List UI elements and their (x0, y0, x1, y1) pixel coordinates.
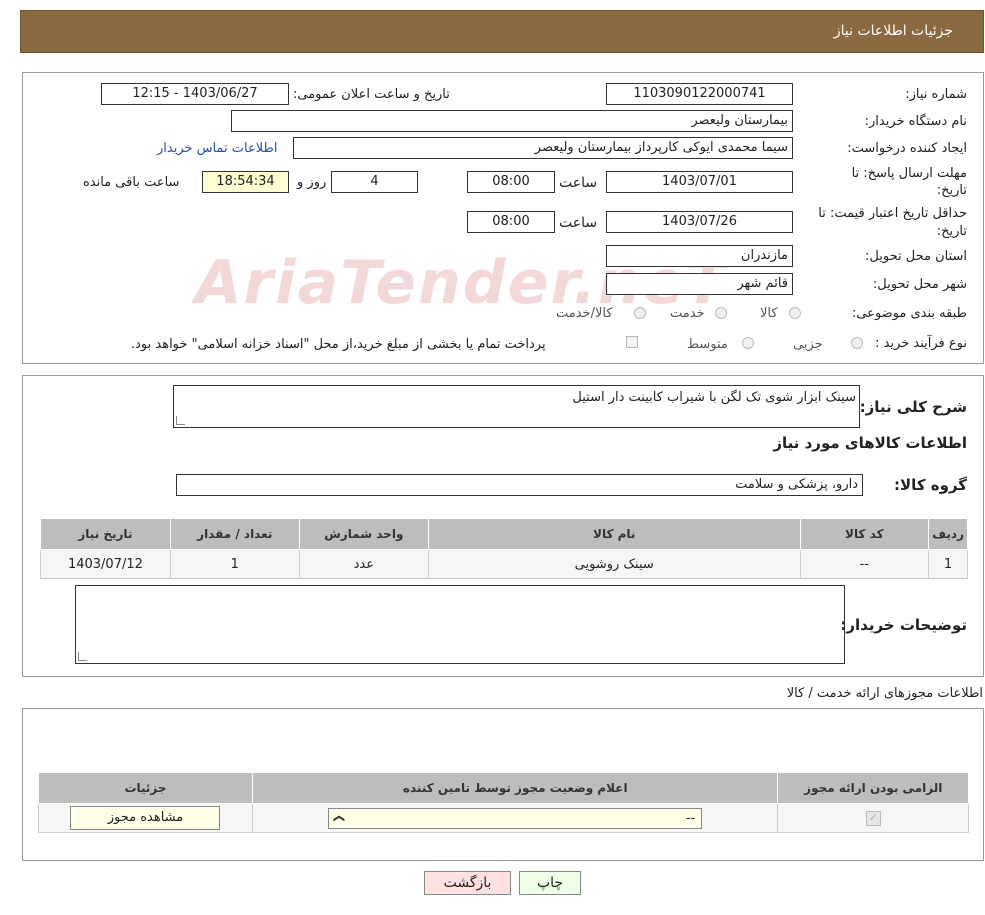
page-header: جزئیات اطلاعات نیاز (20, 10, 984, 53)
print-button[interactable]: چاپ (519, 871, 581, 895)
need-number-field: 1103090122000741 (606, 83, 793, 105)
cell-name: سینک روشویی (427, 549, 801, 579)
col-details: جزئیات (38, 772, 253, 804)
category-option-service: خدمت (670, 306, 705, 321)
licenses-table: الزامی بودن ارائه مجوز اعلام وضعیت مجوز … (38, 772, 969, 833)
announce-field: 1403/06/27 - 12:15 (101, 83, 289, 105)
process-option-medium: متوسط (687, 337, 728, 352)
goods-group-label: گروه کالا: (894, 476, 967, 494)
city-label: شهر محل تحویل: (872, 277, 967, 292)
goods-table: ردیف کد کالا نام کالا واحد شمارش تعداد /… (40, 518, 968, 579)
remaining-label: ساعت باقی مانده (83, 175, 180, 190)
col-name: نام کالا (427, 518, 801, 550)
province-label: استان محل تحویل: (865, 249, 967, 264)
cell-date: 1403/07/12 (40, 549, 171, 579)
deadline-date-field: 1403/07/01 (606, 171, 793, 193)
col-required: الزامی بودن ارائه مجوز (777, 772, 969, 804)
cell-unit: عدد (298, 549, 429, 579)
category-label: طبقه بندی موضوعی: (851, 306, 967, 321)
chevron-down-icon: ❯ (333, 813, 347, 823)
process-note: پرداخت تمام یا بخشی از مبلغ خرید،از محل … (131, 337, 546, 352)
table-row: 1 -- سینک روشویی عدد 1 1403/07/12 (40, 549, 968, 579)
resize-handle-icon[interactable] (78, 652, 87, 661)
select-value: -- (685, 810, 696, 826)
buyer-org-field: بیمارستان ولیعصر (231, 110, 793, 132)
cell-row: 1 (928, 549, 968, 579)
buyer-notes-textarea[interactable] (75, 585, 845, 664)
creator-field: سیما محمدی ایوکی کارپرداز بیمارستان ولیع… (293, 137, 793, 159)
cell-status: -- ❯ (251, 803, 779, 833)
col-code: کد کالا (799, 518, 930, 550)
validity-date-field: 1403/07/26 (606, 211, 793, 233)
buyer-contact-link[interactable]: اطلاعات تماس خریدار (157, 141, 277, 156)
licenses-title: اطلاعات مجوزهای ارائه خدمت / کالا (786, 686, 983, 701)
licenses-table-header: الزامی بودن ارائه مجوز اعلام وضعیت مجوز … (38, 772, 969, 804)
treasury-checkbox[interactable] (626, 336, 638, 348)
process-radio-minor[interactable] (851, 337, 863, 349)
col-qty: تعداد / مقدار (169, 518, 300, 550)
process-radio-medium[interactable] (742, 337, 754, 349)
days-field: 4 (331, 171, 418, 193)
col-date: تاریخ نیاز (40, 518, 171, 550)
resize-handle-icon[interactable] (176, 416, 185, 425)
required-checkbox: ✓ (865, 810, 881, 826)
col-status: اعلام وضعیت مجوز توسط تامین کننده (251, 772, 779, 804)
province-field: مازندران (606, 245, 793, 267)
cell-qty: 1 (169, 549, 300, 579)
category-radio-service[interactable] (715, 307, 727, 319)
goods-info-title: اطلاعات کالاهای مورد نیاز (773, 434, 967, 452)
validity-time-label: ساعت (559, 215, 598, 231)
deadline-label: مهلت ارسال پاسخ: تا (851, 166, 967, 181)
summary-text: سینک ابزار شوی تک لگن با شیراب کابینت دا… (572, 390, 856, 405)
category-option-goods: کالا (760, 306, 778, 321)
validity-label-date: تاریخ: (936, 224, 967, 239)
col-unit: واحد شمارش (298, 518, 429, 550)
deadline-time-label: ساعت (559, 175, 598, 191)
license-status-select[interactable]: -- ❯ (328, 807, 703, 829)
summary-textarea[interactable]: سینک ابزار شوی تک لگن با شیراب کابینت دا… (173, 385, 860, 428)
goods-table-header: ردیف کد کالا نام کالا واحد شمارش تعداد /… (40, 518, 968, 550)
days-label: روز و (297, 175, 327, 190)
summary-label: شرح کلی نیاز: (859, 398, 967, 416)
view-license-button[interactable]: مشاهده مجوز (70, 806, 221, 830)
validity-time-field: 08:00 (467, 211, 555, 233)
remaining-time-field: 18:54:34 (202, 171, 289, 193)
goods-group-field: دارو، پزشکی و سلامت (176, 474, 863, 496)
deadline-time-field: 08:00 (467, 171, 555, 193)
creator-label: ایجاد کننده درخواست: (847, 141, 967, 156)
category-radio-goods-service[interactable] (634, 307, 646, 319)
city-field: قائم شهر (606, 273, 793, 295)
category-radio-goods[interactable] (789, 307, 801, 319)
validity-label: حداقل تاریخ اعتبار قیمت: تا (818, 206, 967, 221)
cell-details: مشاهده مجوز (38, 803, 253, 833)
cell-code: -- (799, 549, 930, 579)
buyer-org-label: نام دستگاه خریدار: (864, 114, 967, 129)
process-option-minor: جزیی (793, 337, 823, 352)
announce-label: تاریخ و ساعت اعلان عمومی: (293, 87, 450, 102)
need-number-label: شماره نیاز: (905, 87, 967, 102)
category-option-goods-service: کالا/خدمت (556, 306, 613, 321)
back-button[interactable]: بازگشت (424, 871, 511, 895)
cell-required: ✓ (777, 803, 969, 833)
table-row: ✓ -- ❯ مشاهده مجوز (38, 803, 969, 833)
buyer-notes-label: توضیحات خریدار: (840, 616, 967, 634)
page-title: جزئیات اطلاعات نیاز (833, 23, 953, 39)
process-label: نوع فرآیند خرید : (875, 336, 967, 351)
deadline-label-date: تاریخ: (936, 183, 967, 198)
col-row: ردیف (928, 518, 968, 550)
